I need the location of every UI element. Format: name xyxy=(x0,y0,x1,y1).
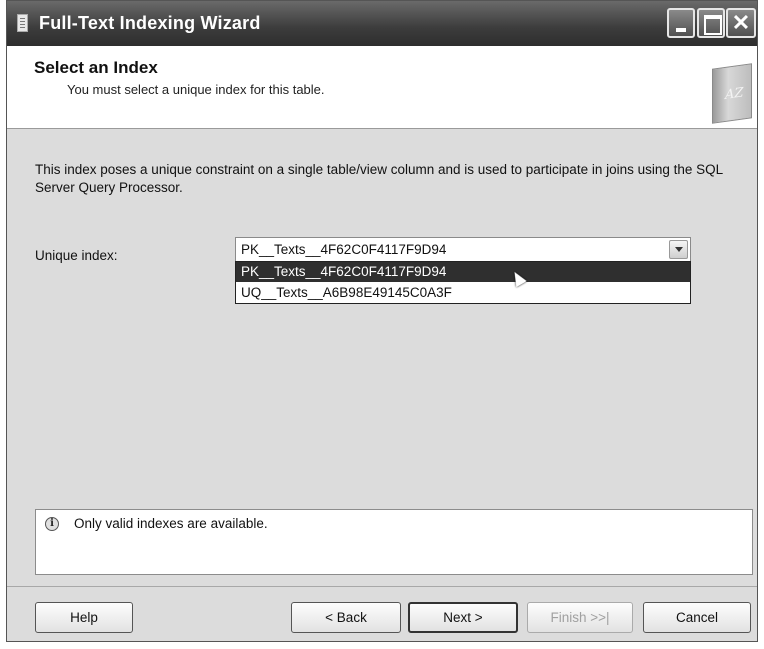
unique-index-dropdown-list: PK__Texts__4F62C0F4117F9D94 UQ__Texts__A… xyxy=(235,261,691,304)
info-icon: i xyxy=(45,517,59,531)
dropdown-option[interactable]: PK__Texts__4F62C0F4117F9D94 xyxy=(236,262,690,282)
index-description: This index poses a unique constraint on … xyxy=(35,162,723,195)
footer-divider xyxy=(7,586,757,587)
maximize-icon xyxy=(704,15,722,35)
back-button[interactable]: < Back xyxy=(291,602,401,633)
unique-index-label: Unique index: xyxy=(35,248,118,263)
finish-button[interactable]: Finish >>| xyxy=(527,602,633,633)
maximize-button[interactable] xyxy=(697,8,725,38)
info-message-box: i Only valid indexes are available. xyxy=(35,509,753,575)
app-icon xyxy=(17,14,28,32)
cancel-button[interactable]: Cancel xyxy=(643,602,751,633)
close-button[interactable]: ✕ xyxy=(726,8,756,38)
title-bar[interactable]: Full-Text Indexing Wizard ✕ xyxy=(7,1,757,46)
minimize-button[interactable] xyxy=(667,8,695,38)
wizard-header: Select an Index You must select a unique… xyxy=(7,46,757,129)
unique-index-select[interactable]: PK__Texts__4F62C0F4117F9D94 xyxy=(235,237,691,262)
info-message: Only valid indexes are available. xyxy=(74,516,268,531)
help-button[interactable]: Help xyxy=(35,602,133,633)
close-icon: ✕ xyxy=(731,10,751,35)
chevron-down-icon[interactable] xyxy=(669,240,688,259)
page-subtitle: You must select a unique index for this … xyxy=(67,82,325,97)
next-button[interactable]: Next > xyxy=(408,602,518,633)
az-book-icon: AZ xyxy=(712,63,752,124)
dropdown-option[interactable]: UQ__Texts__A6B98E49145C0A3F xyxy=(236,283,690,303)
minimize-icon xyxy=(676,28,686,32)
window-title: Full-Text Indexing Wizard xyxy=(39,13,261,33)
wizard-window: Full-Text Indexing Wizard ✕ Select an In… xyxy=(6,0,758,642)
unique-index-value: PK__Texts__4F62C0F4117F9D94 xyxy=(241,242,447,257)
page-title: Select an Index xyxy=(34,58,158,77)
